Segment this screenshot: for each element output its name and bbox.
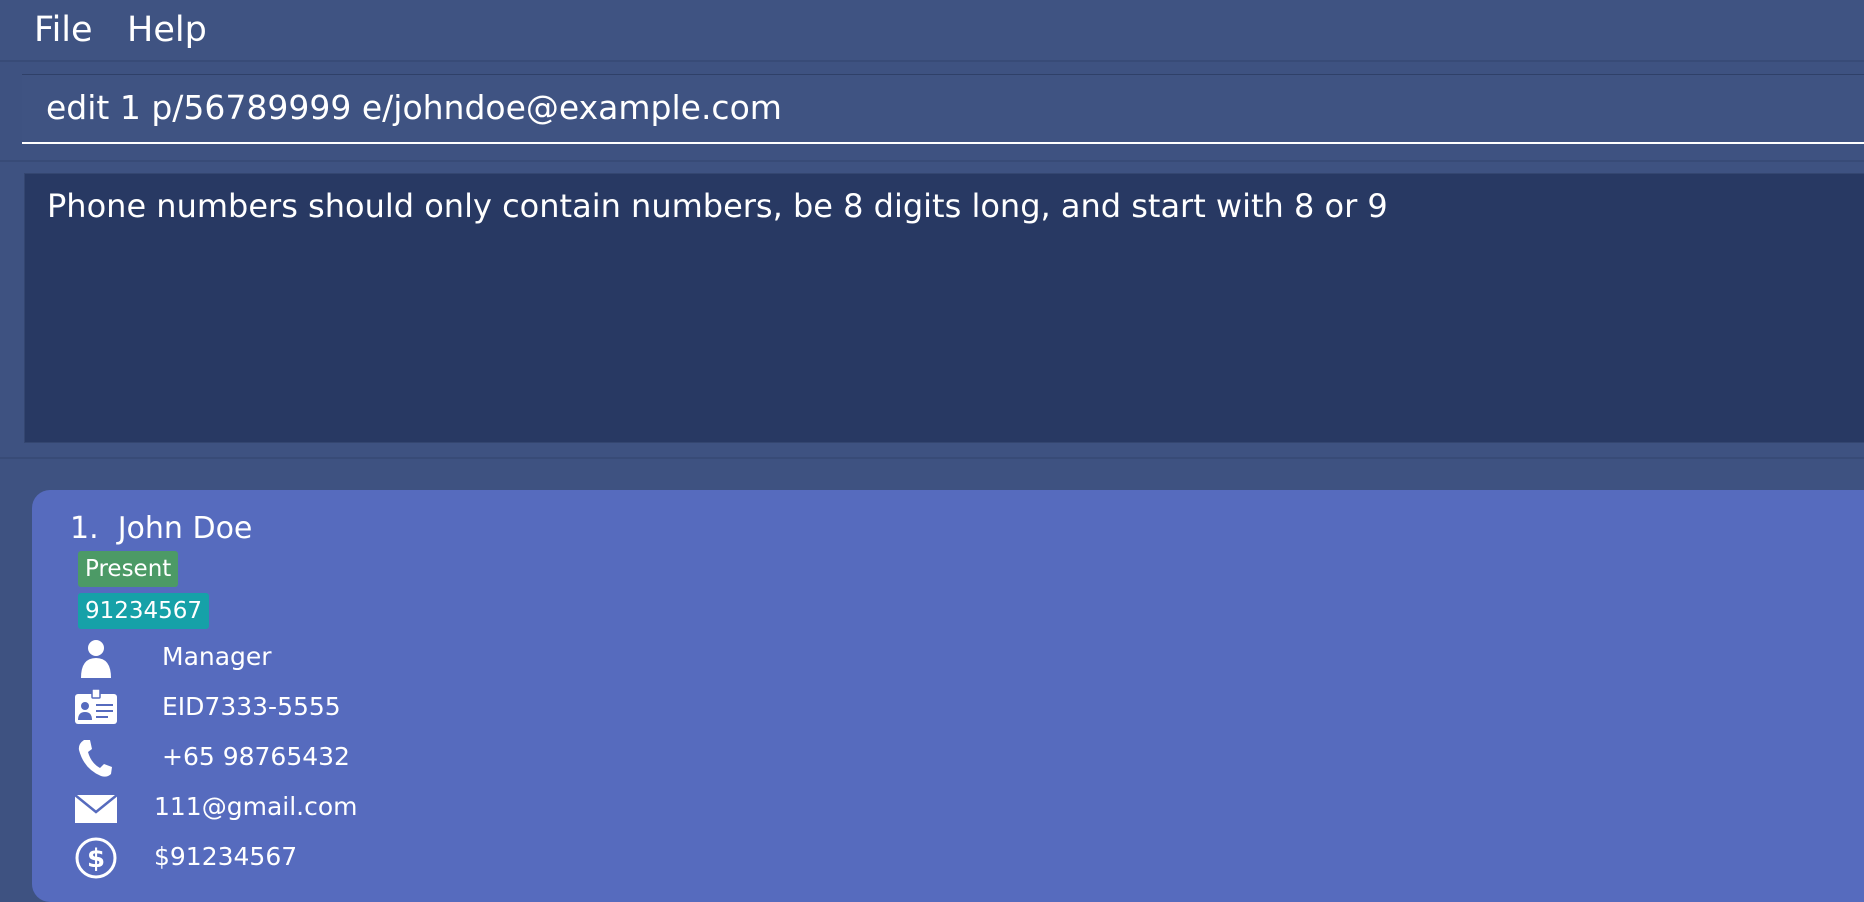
command-box [22, 74, 1864, 144]
person-card[interactable]: 1. John Doe Present 91234567 Manager EID… [32, 490, 1864, 902]
envelope-icon [74, 794, 118, 823]
role-field: Manager [74, 636, 474, 680]
svg-text:$: $ [87, 844, 105, 874]
person-name-line: 1. John Doe [70, 510, 252, 548]
person-icon [81, 640, 111, 678]
id-card-icon [75, 688, 117, 724]
phone-field: +65 98765432 [74, 736, 474, 780]
person-name: John Doe [117, 511, 253, 546]
phone-tag: 91234567 [78, 593, 210, 629]
person-salary: $91234567 [154, 842, 298, 871]
employee-id-field: EID7333-5555 [74, 686, 474, 730]
result-display: Phone numbers should only contain number… [24, 173, 1864, 443]
status-badge: Present [78, 551, 179, 587]
divider [0, 457, 1864, 459]
result-message: Phone numbers should only contain number… [47, 187, 1388, 225]
menu-file[interactable]: File [34, 8, 93, 52]
divider [0, 60, 1864, 62]
person-phone: +65 98765432 [162, 742, 350, 771]
dollar-icon: $ [75, 837, 117, 879]
menu-bar: File Help [0, 0, 1864, 60]
divider [0, 160, 1864, 162]
person-email: 111@gmail.com [154, 792, 358, 821]
employee-id: EID7333-5555 [162, 692, 341, 721]
salary-field: $ $91234567 [74, 836, 474, 880]
command-input[interactable] [46, 84, 1826, 130]
person-role: Manager [162, 642, 272, 671]
email-field: 111@gmail.com [74, 786, 474, 830]
phone-icon [78, 740, 112, 777]
menu-help[interactable]: Help [127, 8, 207, 52]
person-index: 1. [70, 511, 99, 546]
